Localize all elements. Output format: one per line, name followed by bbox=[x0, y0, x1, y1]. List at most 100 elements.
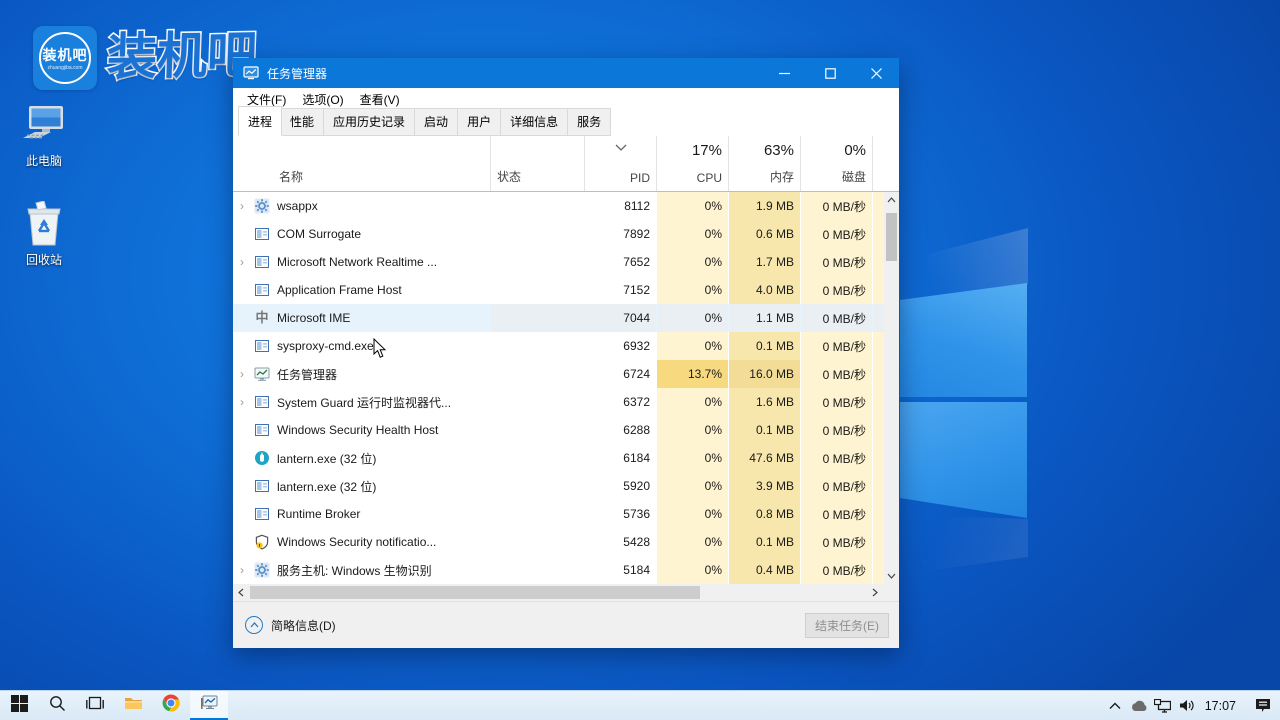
column-header-memory[interactable]: 63% 内存 bbox=[728, 136, 800, 191]
horizontal-scrollbar[interactable] bbox=[233, 584, 899, 601]
scroll-left-icon[interactable] bbox=[233, 584, 249, 601]
process-memory: 16.0 MB bbox=[728, 360, 800, 388]
taskbar-search-button[interactable] bbox=[38, 691, 76, 720]
process-disk: 0 MB/秒 bbox=[800, 360, 872, 388]
start-icon bbox=[11, 695, 28, 717]
process-status bbox=[490, 500, 584, 528]
process-row[interactable]: Application Frame Host71520%4.0 MB0 MB/秒… bbox=[233, 276, 899, 304]
end-task-button[interactable]: 结束任务(E) bbox=[805, 613, 889, 638]
tab-用户[interactable]: 用户 bbox=[458, 108, 501, 136]
process-name: System Guard 运行时监视器代... bbox=[273, 394, 490, 411]
expand-chevron-icon[interactable]: › bbox=[233, 255, 251, 269]
process-row[interactable]: ›Microsoft Network Realtime ...76520%1.7… bbox=[233, 248, 899, 276]
tray-network-icon[interactable] bbox=[1151, 691, 1175, 720]
tab-进程[interactable]: 进程 bbox=[238, 106, 282, 136]
taskbar-clock[interactable]: 17:07 bbox=[1199, 699, 1246, 713]
close-button[interactable] bbox=[853, 58, 899, 88]
window-title: 任务管理器 bbox=[267, 65, 327, 82]
minimize-button[interactable] bbox=[761, 58, 807, 88]
tray-chevron-up-icon[interactable] bbox=[1103, 691, 1127, 720]
process-memory: 0.6 MB bbox=[728, 220, 800, 248]
process-row[interactable]: Runtime Broker57360%0.8 MB0 MB/秒0 bbox=[233, 500, 899, 528]
process-disk: 0 MB/秒 bbox=[800, 332, 872, 360]
process-row[interactable]: COM Surrogate78920%0.6 MB0 MB/秒0 bbox=[233, 220, 899, 248]
tray-cloud-icon[interactable] bbox=[1127, 691, 1151, 720]
brand-badge-subtext: zhuangjiba.com bbox=[47, 65, 82, 71]
process-pid: 6184 bbox=[584, 444, 656, 472]
tray-volume-icon[interactable] bbox=[1175, 691, 1199, 720]
column-header-pid[interactable]: PID bbox=[584, 136, 656, 191]
brand-badge-text: 装机吧 bbox=[43, 45, 88, 65]
desktop-icon-recycle-bin[interactable]: 回收站 bbox=[6, 199, 82, 268]
process-status bbox=[490, 248, 584, 276]
expand-chevron-icon[interactable]: › bbox=[233, 367, 251, 381]
fewer-details-toggle[interactable]: 简略信息(D) bbox=[245, 616, 336, 634]
horizontal-scrollbar-thumb[interactable] bbox=[250, 586, 700, 599]
chevron-up-circle-icon bbox=[245, 616, 263, 634]
process-cpu: 0% bbox=[656, 556, 728, 584]
process-name: 任务管理器 bbox=[273, 366, 490, 383]
process-disk: 0 MB/秒 bbox=[800, 528, 872, 556]
taskbar-file-explorer-button[interactable] bbox=[114, 691, 152, 720]
process-name: Windows Security notificatio... bbox=[273, 535, 490, 549]
process-cpu: 0% bbox=[656, 220, 728, 248]
process-memory: 3.9 MB bbox=[728, 472, 800, 500]
vertical-scrollbar[interactable] bbox=[884, 192, 899, 584]
expand-chevron-icon[interactable]: › bbox=[233, 395, 251, 409]
column-header-disk[interactable]: 0% 磁盘 bbox=[800, 136, 872, 191]
menu-item-1[interactable]: 选项(O) bbox=[294, 91, 351, 108]
scroll-down-icon[interactable] bbox=[884, 568, 899, 584]
taskbar-task-view-button[interactable] bbox=[76, 691, 114, 720]
desktop-icon-label: 回收站 bbox=[6, 251, 82, 268]
scroll-right-icon[interactable] bbox=[867, 584, 883, 601]
app-window-icon bbox=[251, 506, 273, 522]
expand-chevron-icon[interactable]: › bbox=[233, 199, 251, 213]
maximize-button[interactable] bbox=[807, 58, 853, 88]
disk-total-value: 0% bbox=[844, 142, 866, 159]
scroll-up-icon[interactable] bbox=[884, 192, 899, 208]
process-cpu: 0% bbox=[656, 304, 728, 332]
taskbar-start-button[interactable] bbox=[0, 691, 38, 720]
process-disk: 0 MB/秒 bbox=[800, 304, 872, 332]
process-row[interactable]: ›System Guard 运行时监视器代...63720%1.6 MB0 MB… bbox=[233, 388, 899, 416]
process-disk: 0 MB/秒 bbox=[800, 500, 872, 528]
tab-性能[interactable]: 性能 bbox=[281, 108, 324, 136]
expand-chevron-icon[interactable]: › bbox=[233, 563, 251, 577]
process-row[interactable]: !Windows Security notificatio...54280%0.… bbox=[233, 528, 899, 556]
wallpaper-light-beam bbox=[897, 515, 1028, 585]
column-header-cpu[interactable]: 17% CPU bbox=[656, 136, 728, 191]
tab-应用历史记录[interactable]: 应用历史记录 bbox=[324, 108, 415, 136]
process-row[interactable]: lantern.exe (32 位)61840%47.6 MB0 MB/秒0 bbox=[233, 444, 899, 472]
process-row[interactable]: ›服务主机: Windows 生物识别51840%0.4 MB0 MB/秒0 bbox=[233, 556, 899, 584]
app-window-icon bbox=[251, 394, 273, 410]
process-row[interactable]: ›任务管理器672413.7%16.0 MB0 MB/秒0 bbox=[233, 360, 899, 388]
tab-启动[interactable]: 启动 bbox=[415, 108, 458, 136]
process-name: wsappx bbox=[273, 199, 490, 213]
process-cpu: 0% bbox=[656, 444, 728, 472]
column-header-status[interactable]: 状态 bbox=[490, 136, 584, 191]
action-center-button[interactable] bbox=[1246, 691, 1280, 720]
tab-服务[interactable]: 服务 bbox=[568, 108, 611, 136]
process-memory: 0.1 MB bbox=[728, 332, 800, 360]
process-row[interactable]: 中Microsoft IME70440%1.1 MB0 MB/秒0 bbox=[233, 304, 899, 332]
sort-descending-icon bbox=[615, 140, 627, 154]
process-row[interactable]: ›wsappx81120%1.9 MB0 MB/秒0 bbox=[233, 192, 899, 220]
column-header-name[interactable]: 名称 bbox=[273, 136, 490, 191]
lantern-icon bbox=[251, 450, 273, 466]
process-pid: 5184 bbox=[584, 556, 656, 584]
process-status bbox=[490, 444, 584, 472]
tab-详细信息[interactable]: 详细信息 bbox=[501, 108, 568, 136]
system-tray: 17:07 bbox=[1103, 691, 1280, 720]
process-row[interactable]: sysproxy-cmd.exe69320%0.1 MB0 MB/秒0 bbox=[233, 332, 899, 360]
vertical-scrollbar-thumb[interactable] bbox=[886, 213, 897, 261]
menu-item-2[interactable]: 查看(V) bbox=[352, 91, 408, 108]
table-header: 名称 状态 PID 17% CPU 63% 内存 0% 磁盘 bbox=[233, 136, 899, 192]
desktop-icon-this-pc[interactable]: 此电脑 bbox=[6, 100, 82, 169]
taskbar-task-manager-button[interactable] bbox=[190, 691, 228, 720]
process-row[interactable]: Windows Security Health Host62880%0.1 MB… bbox=[233, 416, 899, 444]
chrome-icon bbox=[162, 694, 180, 717]
menu-item-0[interactable]: 文件(F) bbox=[239, 91, 294, 108]
taskbar-chrome-button[interactable] bbox=[152, 691, 190, 720]
process-row[interactable]: lantern.exe (32 位)59200%3.9 MB0 MB/秒0 bbox=[233, 472, 899, 500]
process-name: Runtime Broker bbox=[273, 507, 490, 521]
